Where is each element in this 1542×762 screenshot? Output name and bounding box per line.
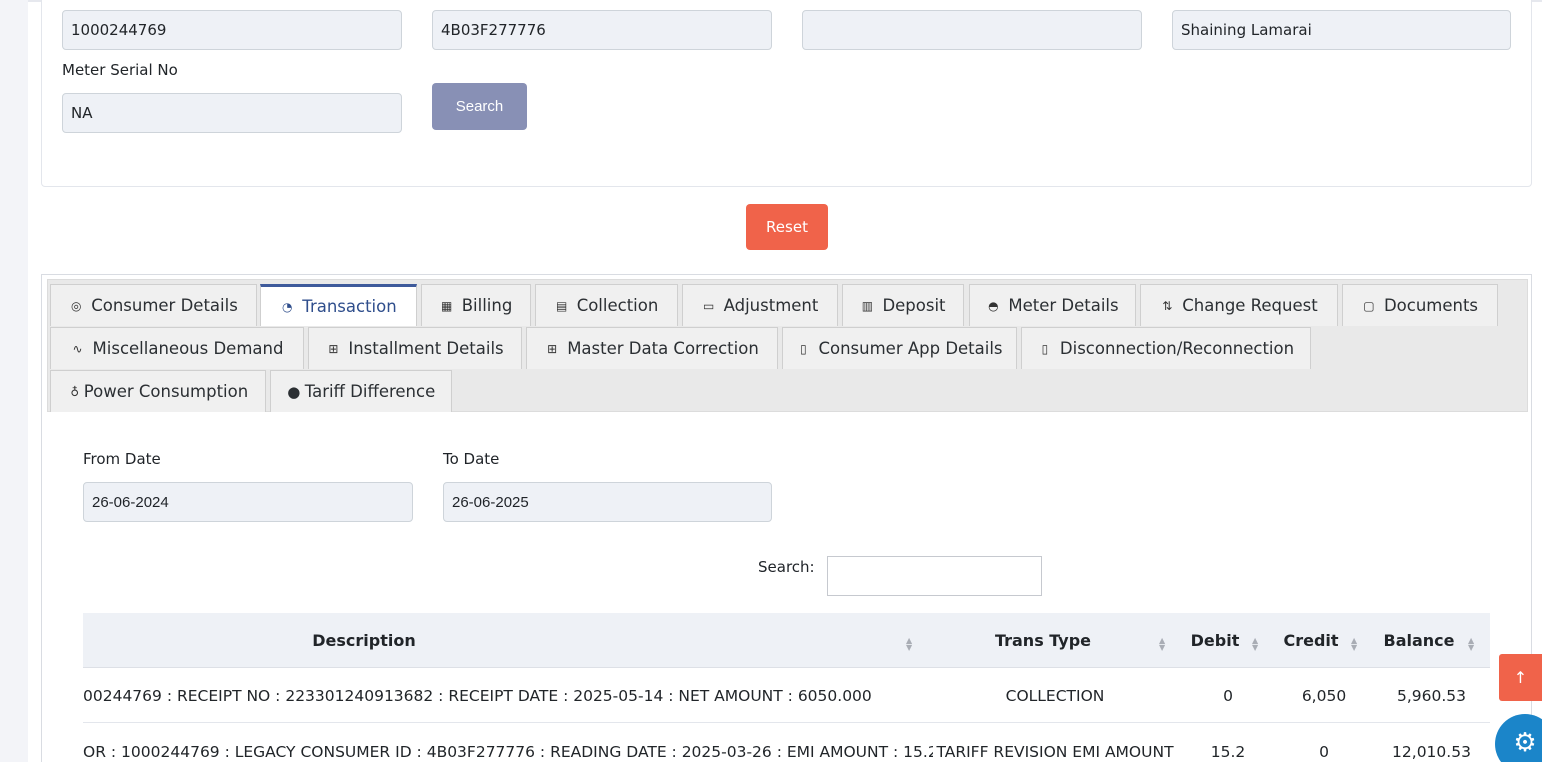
scroll-to-top-button[interactable]: ↑ [1499, 654, 1542, 701]
tab-label: Change Request [1182, 296, 1318, 315]
column-header-balance[interactable]: Balance [1373, 613, 1465, 668]
from-date-input[interactable]: 26-06-2024 [83, 482, 413, 522]
cell-debit: 15.2 [1210, 742, 1246, 761]
tab-adjustment[interactable]: ▭ Adjustment [682, 284, 838, 326]
cell-debit: 0 [1223, 686, 1233, 705]
tab-label: Deposit [882, 296, 946, 315]
tab-label: Miscellaneous Demand [92, 339, 284, 358]
reset-button[interactable]: Reset [746, 204, 828, 250]
gauge-icon: ◓ [988, 298, 999, 313]
tab-label: Collection [576, 296, 659, 315]
tab-label: Installment Details [348, 339, 504, 358]
tab-miscellaneous-demand[interactable]: ∿ Miscellaneous Demand [50, 327, 304, 369]
to-date-label: To Date [443, 450, 500, 468]
tab-billing[interactable]: ▦ Billing [421, 284, 531, 326]
tab-disconnection-reconnection[interactable]: ▯ Disconnection/Reconnection [1021, 327, 1311, 369]
meter-serial-label: Meter Serial No [62, 61, 178, 79]
bank-icon: ▥ [861, 298, 874, 313]
cell-balance: 12,010.53 [1392, 742, 1471, 761]
cell-description: 00244769 : RECEIPT NO : 223301240913682 … [83, 686, 872, 705]
sort-icon[interactable]: ▲ ▼ [1468, 637, 1474, 652]
bulb-icon: ♁ [70, 384, 80, 399]
git-compare-icon: ⇅ [1162, 298, 1173, 313]
phone-icon: ▯ [1041, 341, 1049, 356]
circle-icon: ● [287, 382, 301, 401]
column-header-debit[interactable]: Debit [1178, 613, 1252, 668]
table-row: 00244769 : RECEIPT NO : 223301240913682 … [83, 668, 1490, 723]
tab-label: Adjustment [723, 296, 819, 315]
from-date-label: From Date [83, 450, 161, 468]
tab-label: Transaction [302, 297, 397, 316]
cell-credit: 0 [1319, 742, 1329, 761]
building-icon: ▦ [441, 298, 453, 313]
sort-icon[interactable]: ▲ ▼ [906, 637, 912, 652]
legacy-consumer-id-input[interactable]: 4B03F277776 [432, 10, 772, 50]
tab-power-consumption[interactable]: ♁ Power Consumption [50, 370, 266, 412]
tab-meter-details[interactable]: ◓ Meter Details [969, 284, 1136, 326]
tab-tariff-difference[interactable]: ● Tariff Difference [270, 370, 452, 412]
tab-consumer-details[interactable]: ◎ Consumer Details [50, 284, 257, 326]
table-row: OR : 1000244769 : LEGACY CONSUMER ID : 4… [83, 724, 1490, 762]
file-search-icon: ▢ [1363, 298, 1375, 313]
sort-icon[interactable]: ▲ ▼ [1159, 637, 1165, 652]
phone-icon: ▯ [800, 341, 807, 356]
transaction-table: Description ▲ ▼ Trans Type ▲ ▼ Debit ▲ ▼ Cr… [83, 613, 1490, 762]
sort-icon[interactable]: ▲ ▼ [1351, 637, 1357, 652]
arrow-up-icon: ↑ [1513, 668, 1528, 687]
plus-box-icon: ⊞ [547, 341, 558, 356]
tab-deposit[interactable]: ▥ Deposit [842, 284, 964, 326]
table-header: Description ▲ ▼ Trans Type ▲ ▼ Debit ▲ ▼ Cr… [83, 613, 1490, 668]
tab-documents[interactable]: ▢ Documents [1342, 284, 1498, 326]
pie-chart-icon: ◔ [282, 299, 293, 314]
tab-label: Meter Details [1008, 296, 1119, 315]
cell-trans-type: TARIFF REVISION EMI AMOUNT [936, 742, 1174, 761]
target-icon: ◎ [70, 298, 82, 313]
tab-master-data-correction[interactable]: ⊞ Master Data Correction [526, 327, 778, 369]
empty-filter-input[interactable] [802, 10, 1142, 50]
tab-label: Master Data Correction [567, 339, 759, 358]
tab-label: Power Consumption [83, 382, 249, 401]
column-header-credit[interactable]: Credit [1271, 613, 1351, 668]
cell-balance: 5,960.53 [1396, 686, 1467, 705]
plus-box-icon: ⊞ [328, 341, 339, 356]
tab-label: Consumer App Details [818, 339, 1003, 358]
cell-trans-type: COLLECTION [1005, 686, 1105, 705]
table-search-label: Search: [758, 558, 815, 576]
search-button[interactable]: Search [432, 83, 527, 130]
left-rail [0, 0, 28, 762]
terminal-icon: ▭ [702, 298, 715, 313]
cell-description: OR : 1000244769 : LEGACY CONSUMER ID : 4… [83, 742, 933, 761]
column-header-trans-type[interactable]: Trans Type [923, 613, 1163, 668]
ledger-icon: ▤ [556, 298, 568, 313]
tab-label: Documents [1383, 296, 1479, 315]
pulse-icon: ∿ [72, 341, 83, 356]
tab-label: Billing [461, 296, 513, 315]
gear-icon: ⚙ [1513, 728, 1537, 758]
tab-change-request[interactable]: ⇅ Change Request [1140, 284, 1338, 326]
consumer-name-input[interactable]: Shaining Lamarai [1172, 10, 1511, 50]
tab-transaction[interactable]: ◔ Transaction [260, 284, 417, 326]
to-date-input[interactable]: 26-06-2025 [443, 482, 772, 522]
tab-label: Consumer Details [91, 296, 238, 315]
tab-label: Disconnection/Reconnection [1059, 339, 1295, 358]
tab-installment-details[interactable]: ⊞ Installment Details [308, 327, 522, 369]
sort-icon[interactable]: ▲ ▼ [1252, 637, 1258, 652]
table-search-input[interactable] [827, 556, 1042, 596]
tab-consumer-app-details[interactable]: ▯ Consumer App Details [782, 327, 1017, 369]
tab-collection[interactable]: ▤ Collection [535, 284, 678, 326]
tab-label: Tariff Difference [304, 382, 436, 401]
cell-credit: 6,050 [1301, 686, 1347, 705]
column-header-description[interactable]: Description [83, 613, 645, 668]
consumer-id-input[interactable]: 1000244769 [62, 10, 402, 50]
meter-serial-input[interactable]: NA [62, 93, 402, 133]
